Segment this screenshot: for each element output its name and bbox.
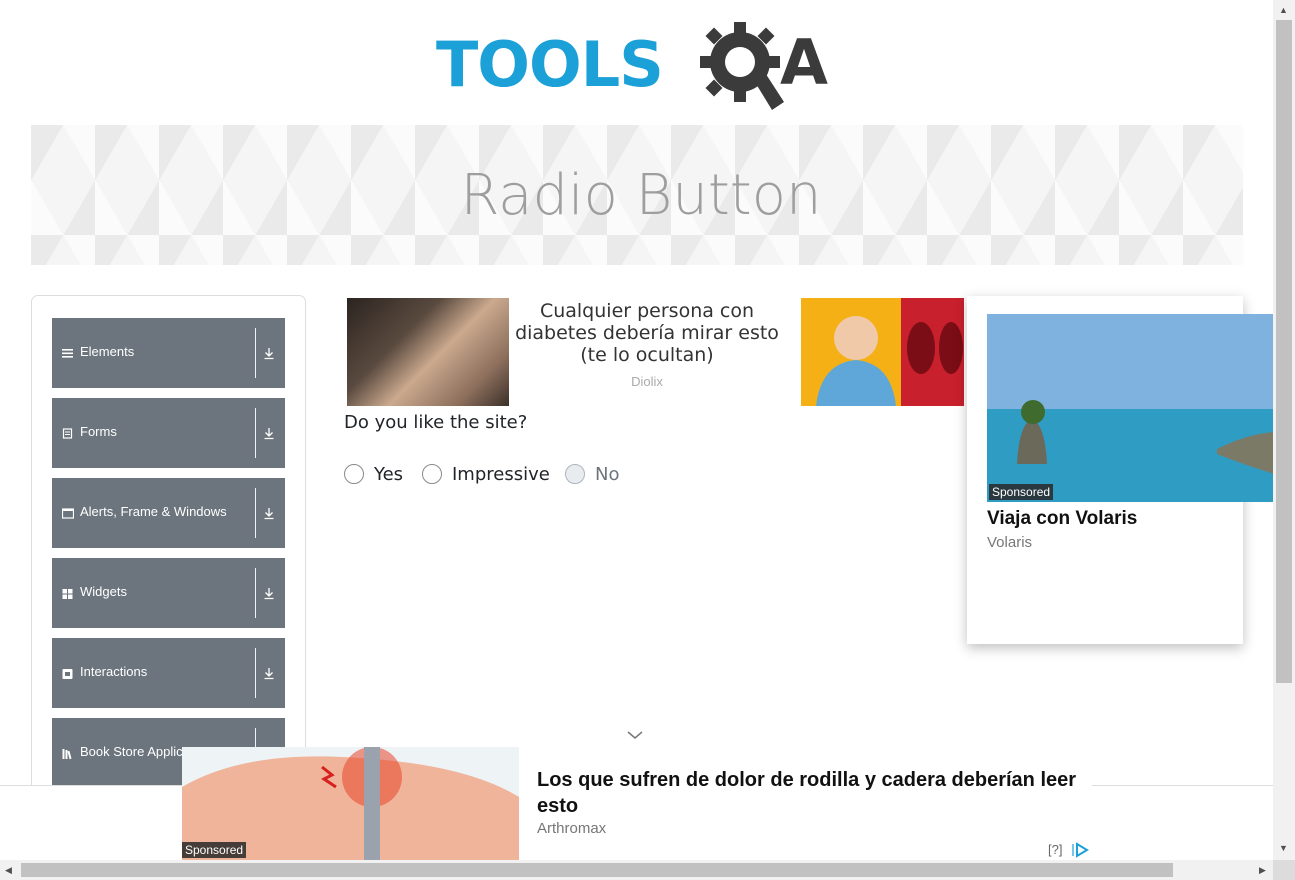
ad-title[interactable]: Los que sufren de dolor de rodilla y cad… xyxy=(537,767,1082,819)
logo-text: TOOLS xyxy=(436,28,664,101)
radio-yes-label[interactable]: Yes xyxy=(374,464,403,485)
header: TOOLS A xyxy=(0,0,1273,125)
beach-illustration xyxy=(987,314,1274,502)
ad-title[interactable]: Viaja con Volaris xyxy=(987,508,1137,530)
divider xyxy=(255,488,256,538)
logo-suffix: A xyxy=(780,26,828,99)
horizontal-scrollbar[interactable]: ◀ ▶ xyxy=(0,860,1273,880)
sidebar-group-label: Interactions xyxy=(80,664,148,679)
ad-headline[interactable]: Cualquier persona con diabetes debería m… xyxy=(509,300,785,366)
list-icon xyxy=(62,349,73,358)
divider xyxy=(255,568,256,618)
sidebar-group-label: Widgets xyxy=(80,584,127,599)
vertical-scrollbar[interactable]: ▲ ▼ xyxy=(1273,0,1295,860)
scroll-down-arrow-icon[interactable]: ▼ xyxy=(1279,843,1288,853)
divider xyxy=(255,648,256,698)
download-arrow-icon xyxy=(264,588,274,600)
scroll-up-arrow-icon[interactable]: ▲ xyxy=(1279,5,1288,15)
ad-image-leg[interactable] xyxy=(347,298,509,406)
download-arrow-icon xyxy=(264,668,274,680)
radio-impressive[interactable]: Impressive xyxy=(422,462,550,486)
radio-no: No xyxy=(565,462,619,486)
horizontal-scroll-thumb[interactable] xyxy=(21,863,1173,877)
ad-brand[interactable]: Arthromax xyxy=(537,820,606,837)
chevron-down-icon[interactable] xyxy=(626,729,644,741)
sidebar-group-label: Book Store Applicat xyxy=(80,744,194,759)
sidebar-group-label: Forms xyxy=(80,424,117,439)
sidebar-group-label: Alerts, Frame & Windows xyxy=(80,504,227,519)
interactions-icon xyxy=(62,669,73,679)
bottom-ad[interactable]: Sponsored Los que sufren de dolor de rod… xyxy=(182,747,1092,860)
sponsored-badge: Sponsored xyxy=(182,842,247,858)
scrollbar-corner xyxy=(1273,860,1295,880)
download-arrow-icon xyxy=(264,508,274,520)
radio-impressive-input[interactable] xyxy=(422,464,442,484)
widgets-icon xyxy=(62,589,73,599)
scroll-right-arrow-icon[interactable]: ▶ xyxy=(1259,865,1266,875)
window-icon xyxy=(62,508,74,519)
scroll-left-arrow-icon[interactable]: ◀ xyxy=(5,865,12,875)
ad-image-artery[interactable] xyxy=(801,298,964,406)
sidebar-group-forms[interactable]: Forms xyxy=(52,398,285,468)
radio-yes[interactable]: Yes xyxy=(344,462,403,486)
side-ad[interactable]: Sponsored Viaja con Volaris Volaris xyxy=(967,296,1274,644)
toolsqa-logo[interactable]: TOOLS A xyxy=(436,18,842,114)
radio-impressive-label[interactable]: Impressive xyxy=(452,464,550,485)
sponsored-badge: Sponsored xyxy=(989,484,1054,500)
adchoices-icon[interactable] xyxy=(1071,842,1089,858)
vertical-scroll-thumb[interactable] xyxy=(1276,20,1292,683)
sidebar-group-alerts[interactable]: Alerts, Frame & Windows xyxy=(52,478,285,548)
sidebar-group-interactions[interactable]: Interactions xyxy=(52,638,285,708)
ad-help-link[interactable]: [?] xyxy=(1048,842,1062,857)
gear-q-icon xyxy=(700,22,784,110)
page-banner: Radio Button xyxy=(31,125,1243,265)
divider xyxy=(255,328,256,378)
radio-no-input xyxy=(565,464,585,484)
sidebar: Elements Forms Alerts, Frame & Windows W… xyxy=(31,295,306,815)
radio-no-label: No xyxy=(595,463,620,485)
ad-brand[interactable]: Volaris xyxy=(987,534,1032,551)
page-title: Radio Button xyxy=(460,162,822,228)
sidebar-group-elements[interactable]: Elements xyxy=(52,318,285,388)
ad-image-beach[interactable]: Sponsored xyxy=(987,314,1274,502)
download-arrow-icon xyxy=(264,348,274,360)
form-icon xyxy=(62,428,73,439)
artery-illustration xyxy=(816,298,964,406)
radio-yes-input[interactable] xyxy=(344,464,364,484)
question-text: Do you like the site? xyxy=(344,412,528,433)
sidebar-group-widgets[interactable]: Widgets xyxy=(52,558,285,628)
download-arrow-icon xyxy=(264,428,274,440)
books-icon xyxy=(62,749,72,760)
sidebar-group-label: Elements xyxy=(80,344,135,359)
ad-brand[interactable]: Diolix xyxy=(509,374,785,389)
ad-image-spine[interactable]: Sponsored xyxy=(182,747,519,860)
divider xyxy=(255,408,256,458)
